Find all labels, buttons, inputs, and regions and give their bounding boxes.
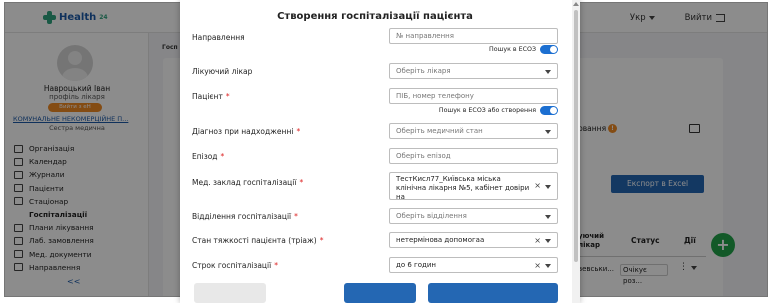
esoz-search-toggle[interactable] [540,45,558,54]
toggle-label: Пошук в ЕСОЗ [489,46,536,53]
save-button[interactable] [344,283,416,303]
chevron-down-icon [545,239,551,243]
severity-label: Стан тяжкості пацієнта (тріаж) * [192,236,323,245]
clear-icon[interactable]: × [534,234,541,247]
scrollbar-thumb[interactable] [574,10,578,262]
cancel-button[interactable] [194,283,266,303]
field-label-text: Мед. заклад госпіталізації [192,178,297,187]
toggle-label: Пошук в ЕСОЗ або створення [438,107,536,114]
doctor-label: Лікуючий лікар [192,67,252,76]
required-mark: * [296,127,301,136]
field-label-text: Пацієнт [192,92,223,101]
required-mark: * [319,236,324,245]
field-label-text: Направлення [192,33,245,42]
facility-select[interactable]: ТестКисл77_Київська міська клінічна ліка… [389,172,558,200]
select-value: нетермінова допомогаа [396,236,485,244]
diagnosis-label: Діагноз при надходженні * [192,127,300,136]
select-value: ТестКисл77_Київська міська клінічна ліка… [396,175,530,200]
duration-label: Строк госпіталізації * [192,261,278,270]
referral-label: Направлення [192,33,245,42]
field-label-text: Лікуючий лікар [192,67,253,76]
create-hospitalization-modal: Створення госпіталізації пацієнта Направ… [180,0,580,303]
severity-select[interactable]: нетермінова допомогаа × [389,232,558,248]
required-mark: * [299,178,304,187]
facility-label: Мед. заклад госпіталізації * [192,178,303,187]
required-mark: * [225,92,230,101]
episode-label: Епізод * [192,152,224,161]
patient-esoz-toggle-row: Пошук в ЕСОЗ або створення [389,106,558,115]
modal-title: Створення госпіталізації пацієнта [277,11,473,22]
referral-esoz-toggle-row: Пошук в ЕСОЗ [389,45,558,54]
patient-input[interactable]: ПІБ, номер телефону [389,88,558,104]
episode-input[interactable]: Оберіть епізод [389,148,558,164]
select-placeholder: Оберіть лікаря [396,67,451,75]
required-mark: * [274,261,278,270]
scroll-up-icon[interactable] [573,2,579,6]
patient-label: Пацієнт * [192,92,230,101]
chevron-down-icon [545,215,551,219]
chevron-down-icon [545,264,551,268]
select-placeholder: Оберіть відділення [396,212,467,220]
clear-icon[interactable]: × [534,259,541,272]
field-label-text: Діагноз при надходженні [192,127,294,136]
department-label: Відділення госпіталізації * [192,212,298,221]
referral-input[interactable]: № направлення [389,28,558,44]
doctor-select[interactable]: Оберіть лікаря [389,63,558,79]
diagnosis-select[interactable]: Оберіть медичний стан [389,123,558,139]
clear-icon[interactable]: × [534,181,541,190]
select-value: до 6 годин [396,261,436,269]
select-placeholder: Оберіть медичний стан [396,127,483,135]
department-select[interactable]: Оберіть відділення [389,208,558,224]
esoz-create-toggle[interactable] [540,106,558,115]
required-mark: * [220,152,225,161]
chevron-down-icon [545,185,551,189]
field-label-text: Строк госпіталізації [192,261,272,270]
save-and-continue-button[interactable] [428,283,558,303]
field-label-text: Стан тяжкості пацієнта (тріаж) [192,236,317,245]
chevron-down-icon [545,130,551,134]
field-label-text: Відділення госпіталізації [192,212,292,221]
chevron-down-icon [545,70,551,74]
field-label-text: Епізод [192,152,218,161]
duration-select[interactable]: до 6 годин × [389,257,558,273]
required-mark: * [294,212,298,221]
